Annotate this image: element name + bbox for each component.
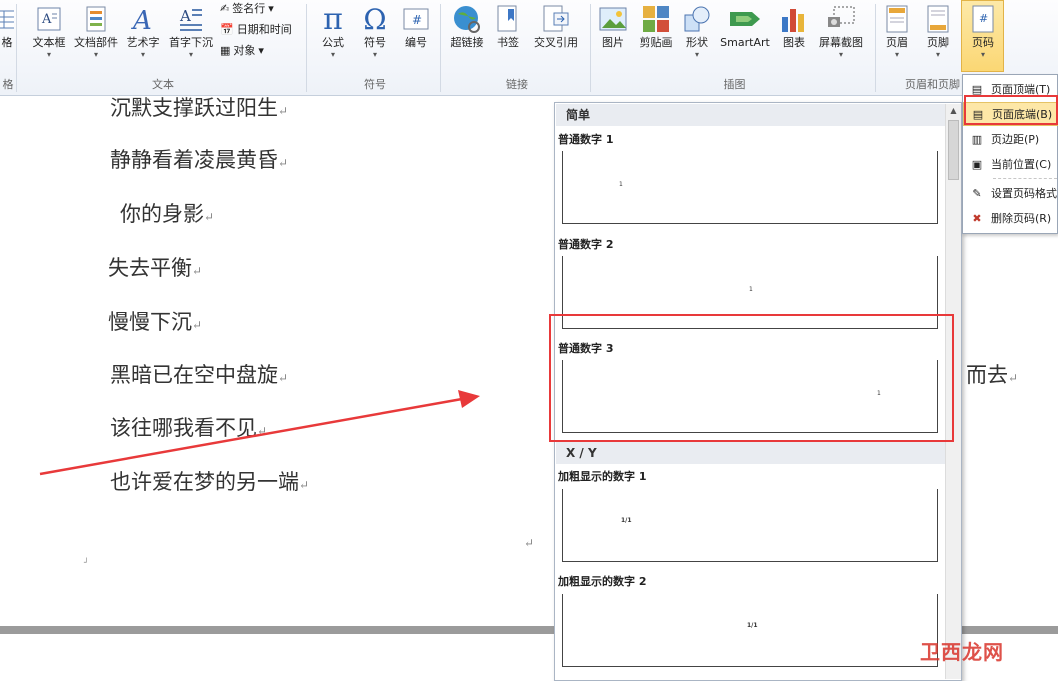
gallery-item-1[interactable]: 1 [562,151,938,224]
highlight-box-item-3 [549,314,954,442]
menu-separator [993,178,1057,179]
menu-item-current-position[interactable]: ▣ 当前位置(C) [963,152,1058,176]
menu-item-remove-page-numbers[interactable]: ✖ 删除页码(R) [963,206,1058,230]
scroll-up-icon[interactable]: ▲ [948,106,959,117]
page-top-icon: ▤ [971,82,983,96]
gallery-item-1-label: 普通数字 1 [558,133,614,146]
menu-item-format-page-numbers[interactable]: ✎ 设置页码格式 [963,181,1058,205]
delete-icon: ✖ [972,211,982,225]
gallery-item-4-label: 加粗显示的数字 1 [558,470,647,483]
section-header-xy: X / Y [556,442,945,464]
format-icon: ✎ [972,186,982,200]
gallery-item-4[interactable]: 1/1 [562,489,938,562]
gallery-item-5-label: 加粗显示的数字 2 [558,575,647,588]
scroll-thumb[interactable] [948,120,959,180]
gallery-item-2-label: 普通数字 2 [558,238,614,251]
page-margin-icon: ▥ [971,132,983,146]
menu-item-page-margins[interactable]: ▥ 页边距(P) [963,127,1058,151]
gallery-item-5[interactable]: 1/1 [562,594,938,667]
watermark-logo: 卫西龙网 [920,640,1004,664]
highlight-box-bottom-of-page [964,95,1058,125]
current-position-icon: ▣ [971,157,983,171]
section-header-simple: 简单 [556,104,945,126]
